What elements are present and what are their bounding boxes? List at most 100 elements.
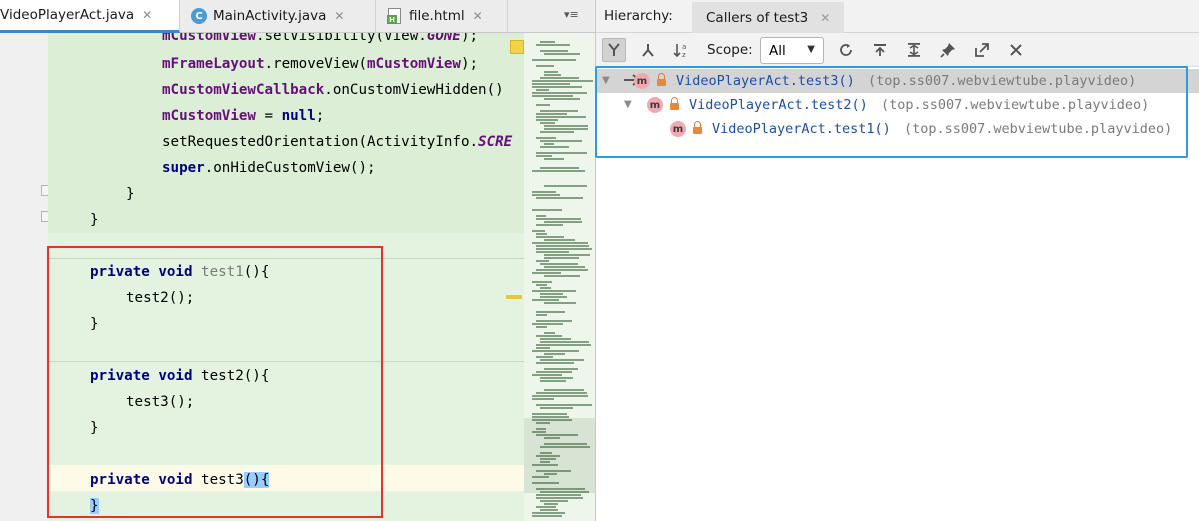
minimap-line xyxy=(544,128,588,130)
minimap-line xyxy=(540,167,579,169)
minimap-line xyxy=(532,230,545,232)
open-in-editor-button[interactable] xyxy=(970,38,994,62)
tab-label: Callers of test3 xyxy=(706,9,809,26)
minimap-line xyxy=(544,221,582,223)
warning-marker-icon[interactable] xyxy=(510,40,524,54)
minimap-line xyxy=(536,422,550,424)
editor-gutter[interactable] xyxy=(0,33,50,521)
minimap-line xyxy=(540,338,571,340)
minimap-line xyxy=(540,263,578,265)
code-line: } xyxy=(90,212,99,228)
minimap-line xyxy=(532,95,573,97)
close-icon[interactable]: ✕ xyxy=(334,9,344,23)
java-class-c-icon: C xyxy=(191,8,207,24)
close-icon[interactable]: ✕ xyxy=(142,8,152,22)
sort-alphabetically-button[interactable]: az xyxy=(670,38,694,62)
minimap-line xyxy=(540,452,552,454)
refresh-icon xyxy=(840,44,852,56)
minimap-line xyxy=(544,98,580,100)
minimap-line xyxy=(532,59,576,61)
minimap-line xyxy=(540,446,590,448)
expand-all-button[interactable] xyxy=(902,38,926,62)
minimap-line xyxy=(544,503,558,505)
chevron-down-icon: ▼ xyxy=(807,44,815,55)
minimap-line xyxy=(544,74,561,76)
scope-dropdown[interactable]: All ▼ xyxy=(760,37,824,64)
minimap-line xyxy=(536,218,581,220)
minimap-line xyxy=(532,416,569,418)
caller-hierarchy-button[interactable] xyxy=(602,38,626,62)
tab-label: VideoPlayerAct.java xyxy=(0,7,135,23)
minimap-line xyxy=(544,389,584,391)
tab-videoplayeract[interactable]: VideoPlayerAct.java ✕ xyxy=(0,0,180,33)
tab-label: file.html xyxy=(409,8,465,24)
svg-text:a: a xyxy=(682,43,686,51)
minimap-line xyxy=(532,272,561,274)
editor-minimap[interactable] xyxy=(506,33,595,521)
minimap-line xyxy=(532,92,587,94)
sort-alpha-icon: az xyxy=(673,43,686,58)
minimap-line xyxy=(544,143,554,145)
minimap-line xyxy=(536,455,560,457)
minimap-line xyxy=(540,77,579,79)
svg-text:z: z xyxy=(682,51,686,58)
minimap-line xyxy=(536,269,588,271)
minimap-line xyxy=(544,185,587,187)
minimap-line xyxy=(536,119,558,121)
minimap-line xyxy=(536,251,569,253)
minimap-line xyxy=(532,398,554,400)
minimap-line xyxy=(540,296,567,298)
minimap-line xyxy=(536,284,547,286)
minimap-line xyxy=(544,257,579,259)
minimap-line xyxy=(544,158,564,160)
expand-all-icon xyxy=(908,43,920,57)
minimap-line xyxy=(532,209,562,211)
tab-file-html[interactable]: H file.html ✕ xyxy=(377,0,508,32)
minimap-line xyxy=(532,170,585,172)
minimap-line xyxy=(532,482,559,484)
minimap-line xyxy=(536,506,556,508)
minimap-line xyxy=(536,488,585,490)
minimap-line xyxy=(540,287,551,289)
minimap-line xyxy=(536,245,589,247)
minimap-line xyxy=(536,152,587,154)
callee-hierarchy-icon xyxy=(642,44,654,57)
minimap-line xyxy=(532,419,572,421)
close-icon[interactable]: ✕ xyxy=(820,11,830,25)
minimap-line xyxy=(532,194,560,196)
minimap-line xyxy=(536,44,570,46)
minimap-line xyxy=(544,275,580,277)
caller-tree[interactable]: ▼ m VideoPlayerAct.test3() (top.ss007.we… xyxy=(595,66,1199,521)
highlight-box-callers xyxy=(595,66,1188,158)
change-marker xyxy=(506,295,522,299)
minimap-line xyxy=(536,470,571,472)
export-button[interactable] xyxy=(868,38,892,62)
refresh-button[interactable] xyxy=(834,38,858,62)
highlight-box-methods xyxy=(47,246,383,518)
minimap-line xyxy=(536,326,547,328)
callee-hierarchy-button[interactable] xyxy=(636,38,660,62)
close-icon[interactable]: ✕ xyxy=(473,9,483,23)
minimap-line xyxy=(532,431,546,433)
pin-button[interactable] xyxy=(936,38,960,62)
close-hierarchy-button[interactable] xyxy=(1004,38,1028,62)
minimap-line xyxy=(532,413,567,415)
minimap-line xyxy=(540,341,589,343)
tab-mainactivity[interactable]: C MainActivity.java ✕ xyxy=(181,0,376,32)
minimap-line xyxy=(540,41,555,43)
minimap-line xyxy=(536,428,546,430)
minimap-line xyxy=(536,116,586,118)
minimap-line xyxy=(536,311,565,313)
tab-callers-of-test3[interactable]: Callers of test3 ✕ xyxy=(692,2,845,33)
minimap-line xyxy=(536,392,587,394)
minimap-line xyxy=(532,242,588,244)
minimap-line xyxy=(544,332,555,334)
scope-label: Scope: xyxy=(707,42,753,58)
minimap-line xyxy=(532,512,565,514)
minimap-line xyxy=(540,407,573,409)
minimap-line xyxy=(544,71,558,73)
tab-label: MainActivity.java xyxy=(213,8,327,24)
tab-list-menu-icon[interactable]: ▾≡ xyxy=(564,8,579,21)
code-editor[interactable]: VideoPlayerAct.java ✕ C MainActivity.jav… xyxy=(0,0,596,521)
minimap-line xyxy=(532,86,582,88)
